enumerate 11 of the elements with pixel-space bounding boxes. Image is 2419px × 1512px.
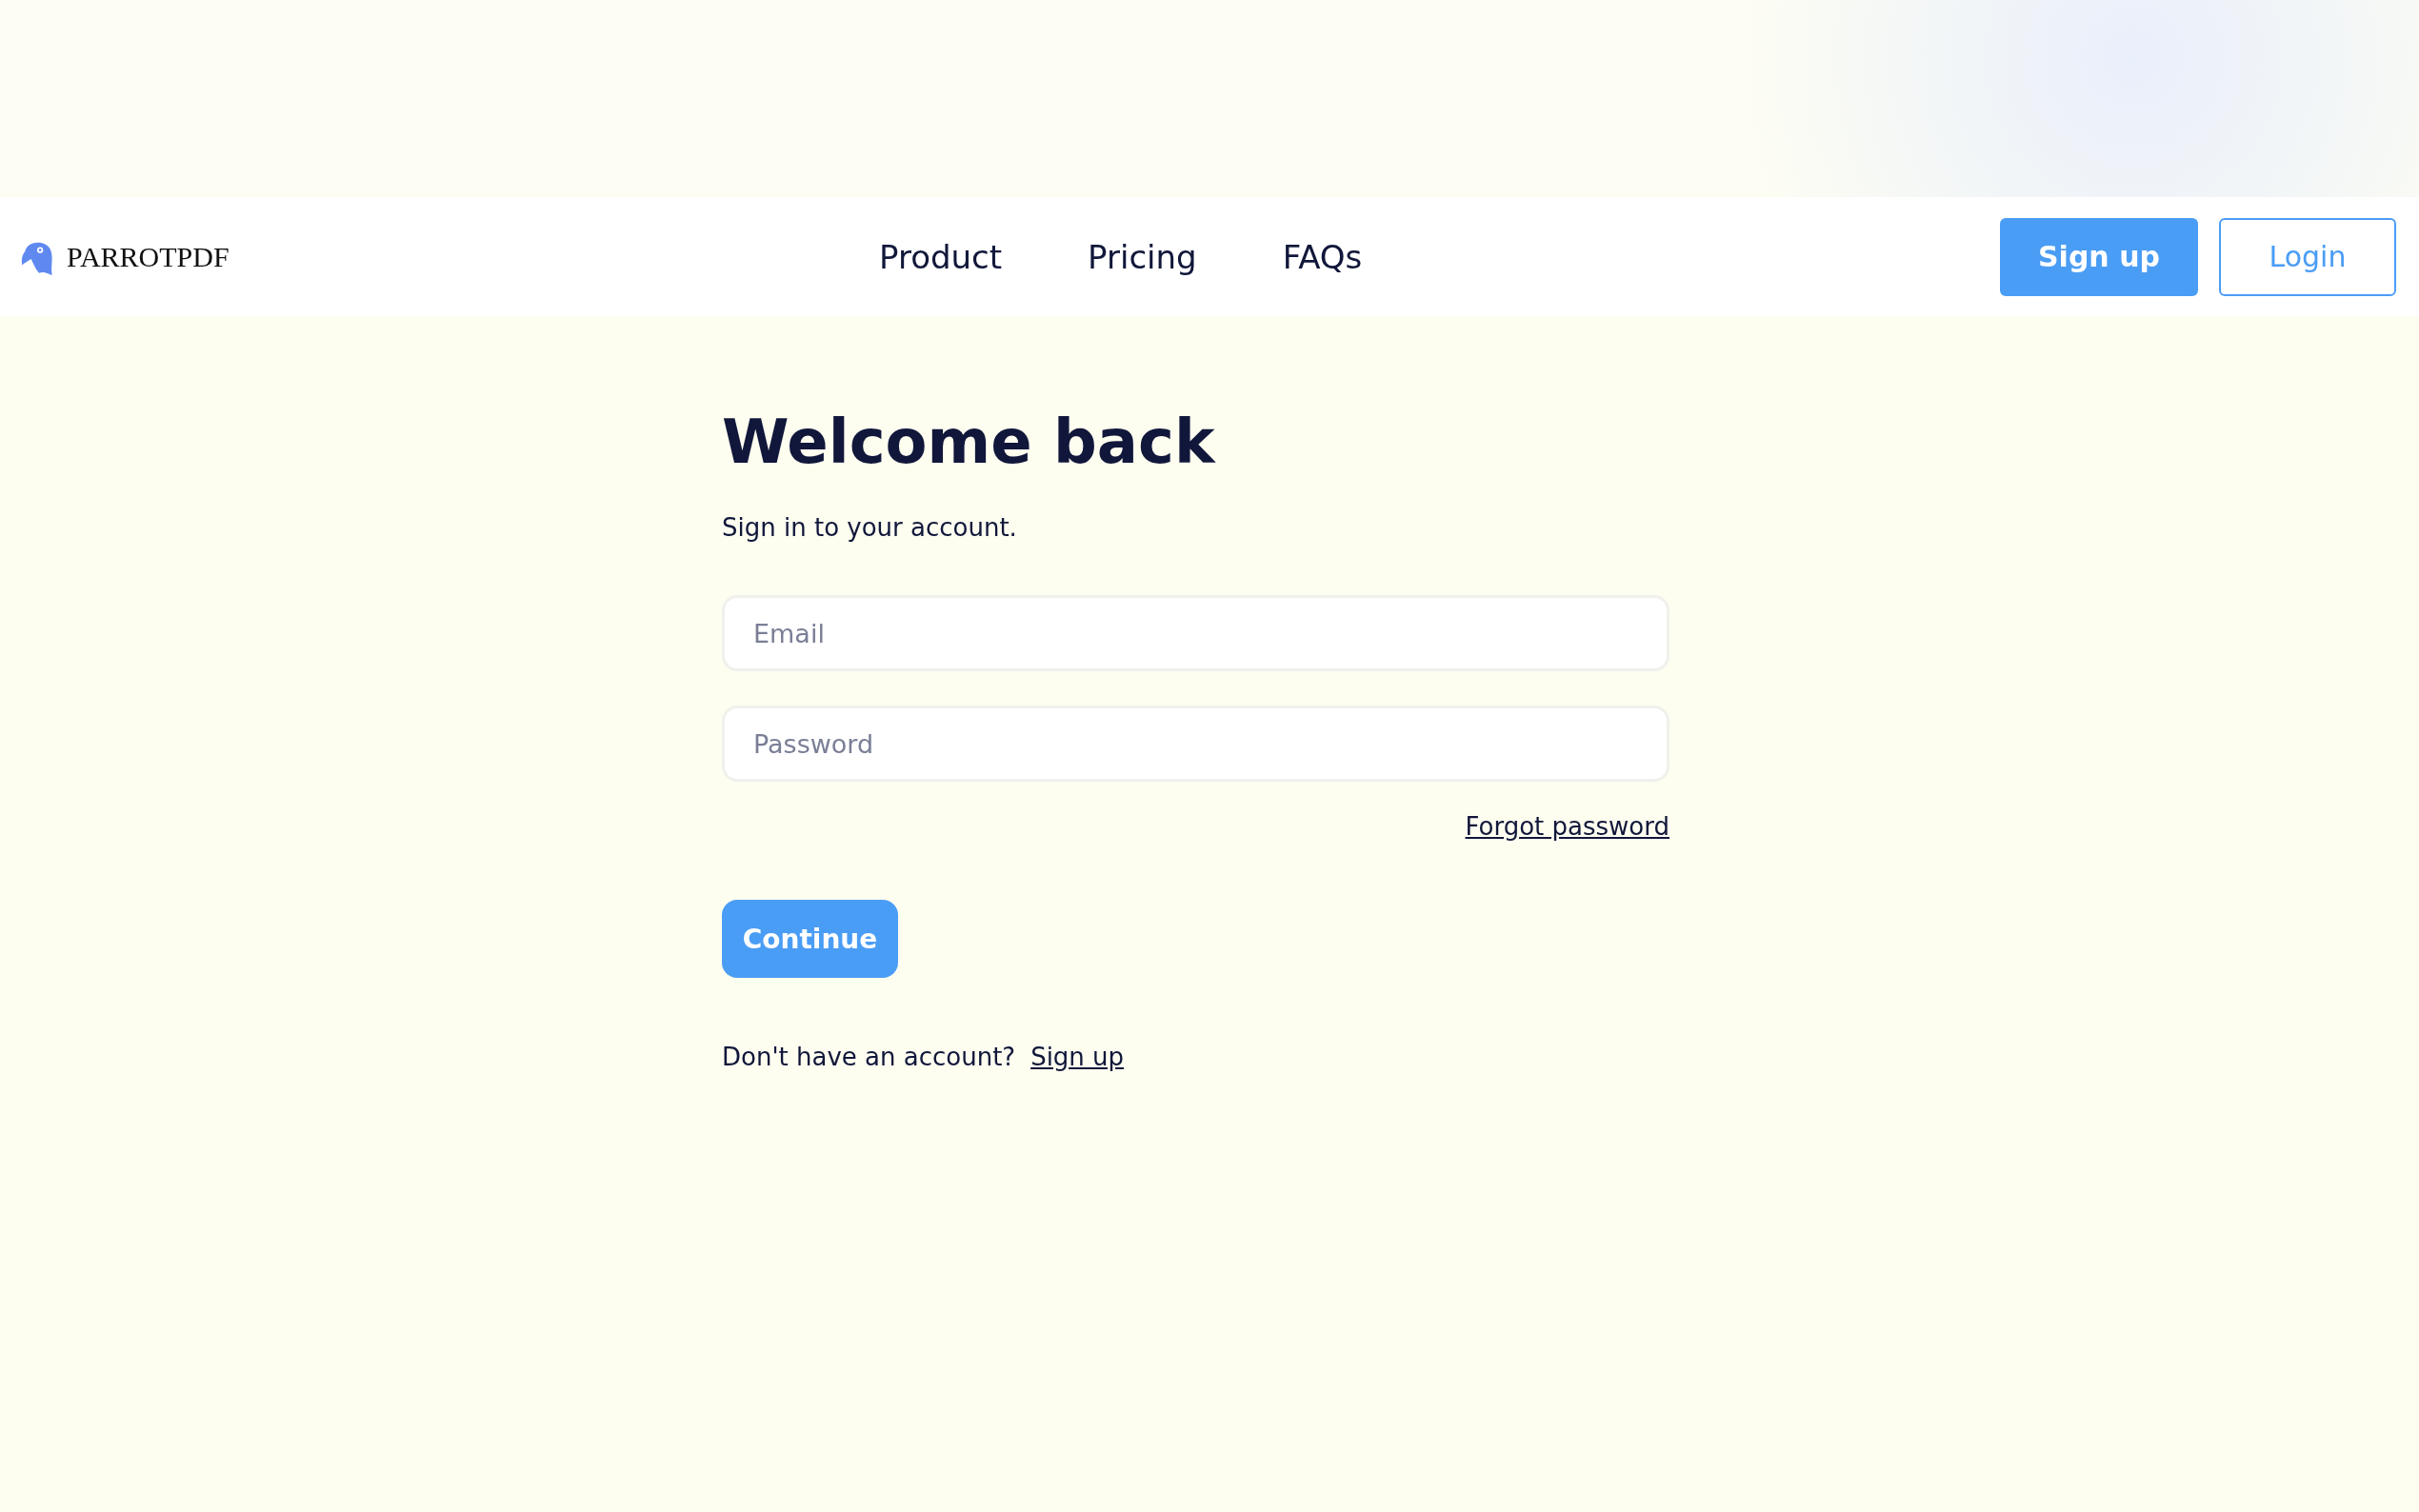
input-field[interactable]: Password [722,706,1669,782]
nav-link[interactable]: FAQs [1282,237,1363,276]
signup-prompt: Don't have an account? [722,1043,1016,1071]
input-field[interactable]: Email [722,595,1669,671]
page-title: Welcome back [722,407,1217,477]
sign-up-link[interactable]: Sign up [1030,1043,1125,1071]
subtitle: Sign in to your account. [722,513,1018,542]
nav-link[interactable]: Product [879,237,1003,276]
nav-link[interactable]: Pricing [1088,237,1197,276]
forgot-password-link[interactable]: Forgot password [1465,812,1669,841]
brand-name: PARROTPDF [67,240,230,273]
